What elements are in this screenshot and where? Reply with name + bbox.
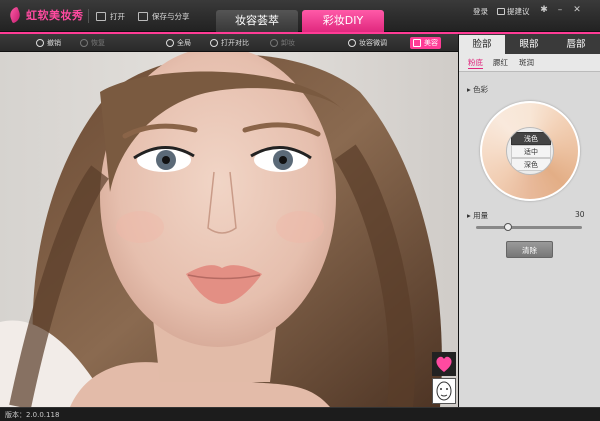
version-text: 版本：2.0.0.118	[5, 411, 60, 419]
subtab-blush[interactable]: 腮红	[493, 57, 508, 68]
shade-medium-option[interactable]: 适中	[511, 145, 551, 158]
tab-lips[interactable]: 唇部	[553, 35, 599, 54]
title-divider	[88, 9, 89, 23]
tab-face[interactable]: 脸部	[459, 35, 505, 54]
app-title: 虹软美妆秀	[26, 9, 84, 22]
open-folder-icon	[96, 12, 106, 21]
login-link[interactable]: 登录	[473, 6, 488, 17]
color-wheel[interactable]: 浅色 适中 深色	[480, 101, 580, 201]
tab-eyes[interactable]: 眼部	[506, 35, 552, 54]
amount-section-label[interactable]: ▸ 用量	[467, 210, 488, 221]
favorite-button[interactable]	[432, 352, 456, 376]
erase-makeup-button[interactable]: 卸妆	[270, 38, 295, 48]
makeup-panel: 脸部 眼部 唇部 粉底 腮红 斑润 ▸ 色彩 浅色 适中 深色 ▸ 用量 30 …	[458, 34, 600, 407]
share-icon	[138, 12, 148, 21]
face-icon	[436, 381, 452, 401]
adjust-makeup-button[interactable]: 妆容微调	[348, 38, 387, 48]
beauty-icon	[413, 39, 421, 47]
shade-options: 浅色 适中 深色	[506, 127, 554, 175]
tab-makeup-diy[interactable]: 彩妆DIY	[302, 10, 384, 32]
adjust-icon	[348, 39, 356, 47]
face-thumbnail-button[interactable]	[432, 378, 456, 404]
status-bar: 版本：2.0.0.118	[0, 407, 600, 421]
open-button[interactable]: 打开	[96, 11, 125, 22]
shade-dark-option[interactable]: 深色	[511, 158, 551, 171]
subtab-foundation[interactable]: 粉底	[468, 57, 483, 69]
redo-button[interactable]: 恢复	[80, 38, 105, 48]
compare-button[interactable]: 打开对比	[210, 38, 249, 48]
beauty-button[interactable]: 美容	[410, 37, 441, 49]
heart-icon	[436, 356, 452, 372]
erase-icon	[270, 39, 278, 47]
undo-icon	[36, 39, 44, 47]
logo-icon	[8, 6, 22, 24]
app-logo: 虹软美妆秀	[8, 6, 84, 24]
clear-button[interactable]: 清除	[506, 241, 553, 258]
redo-icon	[80, 39, 88, 47]
settings-icon[interactable]: ✱	[539, 5, 549, 15]
shade-light-option[interactable]: 浅色	[511, 132, 551, 145]
amount-slider-handle[interactable]	[503, 223, 512, 231]
minimize-icon[interactable]: –	[555, 5, 565, 15]
close-icon[interactable]: ✕	[572, 5, 582, 15]
subtab-highlight[interactable]: 斑润	[519, 57, 534, 68]
undo-button[interactable]: 撤销	[36, 38, 61, 48]
amount-value: 30	[575, 210, 585, 219]
feedback-button[interactable]: 提建议	[497, 6, 530, 17]
fullscreen-icon	[166, 39, 174, 47]
amount-slider-track[interactable]	[476, 226, 582, 229]
compare-icon	[210, 39, 218, 47]
color-section-label[interactable]: ▸ 色彩	[467, 84, 488, 95]
panel-subtabs: 粉底 腮红 斑润	[459, 54, 600, 72]
title-bar: 虹软美妆秀 打开 保存与分享 妆容荟萃 彩妆DIY 登录 提建议 ✱ – ✕	[0, 0, 600, 32]
chat-icon	[497, 8, 505, 15]
edit-toolbar: 撤销 恢复 全局 打开对比 卸妆 妆容微调 美容	[0, 34, 458, 52]
photo-canvas[interactable]	[0, 52, 458, 407]
fullscreen-button[interactable]: 全局	[166, 38, 191, 48]
save-share-button[interactable]: 保存与分享	[138, 11, 190, 22]
portrait-photo	[0, 52, 442, 407]
panel-tabs: 脸部 眼部 唇部	[459, 34, 600, 54]
tab-makeup-collection[interactable]: 妆容荟萃	[216, 10, 298, 32]
